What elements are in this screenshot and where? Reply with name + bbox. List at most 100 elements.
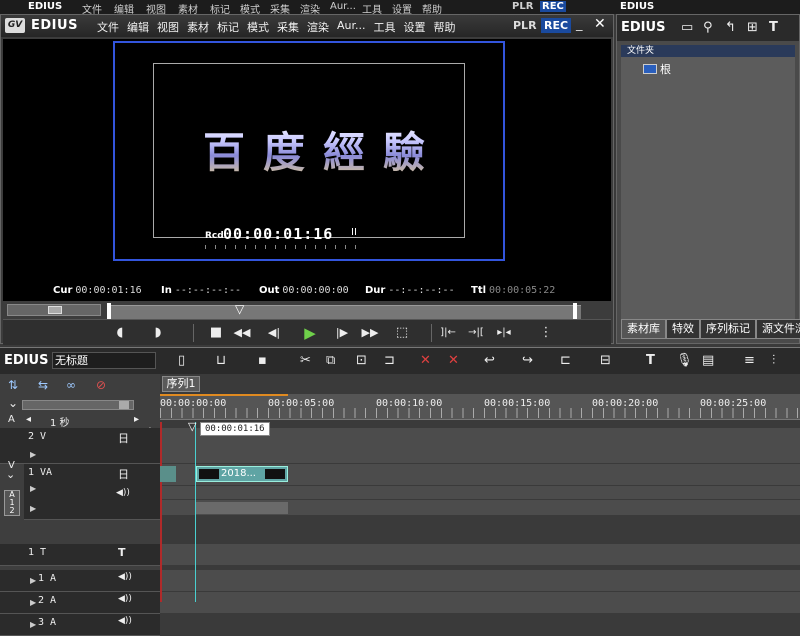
sync-icon[interactable]: ⇅ — [8, 378, 18, 392]
save-icon[interactable]: ▪ — [258, 353, 267, 368]
snap-off-icon[interactable]: ⊘ — [96, 378, 106, 392]
sequence-name-field[interactable]: 无标题 — [52, 352, 156, 369]
video-clip[interactable]: 2018... — [196, 466, 288, 482]
speaker-icon[interactable]: ◀)) — [118, 594, 132, 604]
close-button[interactable]: ✕ — [594, 16, 606, 32]
menu-clip[interactable]: 素材 — [187, 19, 209, 35]
expand-arrow-icon[interactable]: ▶ — [30, 620, 36, 629]
redo-icon[interactable]: ↪ — [522, 353, 533, 368]
track-2a-header[interactable]: ▶ 2 A ◀)) — [0, 592, 160, 614]
time-ruler[interactable]: 00:00:00:00 00:00:05:00 00:00:10:00 00:0… — [160, 394, 800, 420]
zoom-in-icon[interactable]: ▸ — [134, 414, 139, 425]
paste-icon[interactable]: ⊡ — [356, 353, 367, 368]
tab-sequence-1[interactable]: 序列1 — [162, 376, 200, 392]
v-patch[interactable]: V — [8, 460, 15, 471]
timeline-tracks-area[interactable]: 序列1 00:00:00:00 00:00:05:00 00:00:10:00 … — [160, 374, 800, 614]
track-3a-header[interactable]: ▶ 3 A ◀)) — [0, 614, 160, 636]
title-track-icon[interactable]: T — [118, 546, 126, 559]
zoom-out-icon[interactable]: ◂ — [26, 414, 31, 425]
shuttle-slider[interactable] — [7, 304, 101, 316]
split-button[interactable]: ▸|◂ — [495, 323, 513, 343]
loop-button[interactable]: ⬚ — [393, 323, 411, 343]
expand-arrow-icon[interactable]: ▶ — [30, 450, 36, 459]
expand-arrow-icon[interactable]: ▶ — [30, 576, 36, 585]
video-track-icon[interactable]: 日 — [118, 430, 129, 446]
expand-arrow-icon[interactable]: ▶ — [30, 504, 36, 513]
menu-capture[interactable]: 采集 — [277, 19, 299, 35]
preview-monitor[interactable]: 百度經驗 Rcd 00:00:01:16 II — [3, 39, 611, 283]
playhead-line[interactable] — [195, 422, 196, 602]
position-slider-icon[interactable]: ▽ — [235, 303, 247, 319]
mark-in-button[interactable]: ◖ — [111, 323, 129, 343]
text-icon[interactable]: T — [769, 20, 778, 35]
title-tool-icon[interactable]: T — [646, 353, 655, 368]
menu-edit[interactable]: 编辑 — [127, 19, 149, 35]
group-icon[interactable]: ⊟ — [600, 353, 611, 368]
folder-icon[interactable]: ▭ — [681, 20, 693, 35]
play-button[interactable]: ▶ — [301, 323, 319, 343]
speaker-icon[interactable]: ◀)) — [118, 616, 132, 626]
track-1va-header[interactable]: 1 VA 日 ▶ ◀)) ▶ — [24, 464, 160, 520]
video-track-icon[interactable]: 日 — [118, 466, 129, 482]
link-icon[interactable]: ⇆ — [38, 378, 48, 392]
output-button[interactable]: ⋮ — [537, 323, 555, 343]
track-a-toggle[interactable]: A — [8, 414, 15, 425]
menu-view[interactable]: 视图 — [157, 19, 179, 35]
minimize-button[interactable]: _ — [576, 17, 583, 32]
tab-effects[interactable]: 特效 — [666, 319, 700, 339]
up-icon[interactable]: ↰ — [725, 20, 736, 35]
loop-icon[interactable]: ∞ — [66, 378, 76, 392]
search-icon[interactable]: ⚲ — [703, 20, 713, 35]
zoom-slider[interactable] — [22, 400, 134, 410]
fast-forward-button[interactable]: ▶▶ — [361, 323, 379, 343]
copy-icon[interactable]: ⧉ — [326, 353, 335, 368]
undo-icon[interactable]: ↩ — [484, 353, 495, 368]
lane-1t[interactable] — [160, 544, 800, 566]
ripple-delete-icon[interactable]: ✕ — [448, 353, 459, 368]
expand-arrow-icon[interactable]: ▶ — [30, 598, 36, 607]
speaker-icon[interactable]: ◀)) — [116, 488, 130, 498]
menu-mode[interactable]: 模式 — [247, 19, 269, 35]
lane-1a[interactable] — [160, 570, 800, 592]
render-icon[interactable]: ▤ — [702, 353, 714, 368]
step-forward-button[interactable]: |▶ — [333, 323, 351, 343]
stop-button[interactable]: ■ — [207, 323, 225, 343]
menu-help[interactable]: 帮助 — [434, 19, 456, 35]
plr-toggle[interactable]: PLR — [513, 19, 537, 32]
track-2v-header[interactable]: 2 V 日 ▶ — [0, 428, 160, 464]
menu-render[interactable]: 渲染 — [307, 19, 329, 35]
menu-settings[interactable]: 设置 — [404, 19, 426, 35]
lane-1va-sub[interactable] — [160, 486, 800, 500]
set-out-button[interactable]: →|[ — [467, 323, 485, 343]
track-1a-header[interactable]: ▶ 1 A ◀)) — [0, 570, 160, 592]
track-1t-header[interactable]: 1 T T — [0, 544, 160, 566]
mixer-icon[interactable]: ⫶ — [772, 353, 775, 368]
zoom-thumb[interactable] — [119, 401, 129, 409]
step-back-button[interactable]: ◀| — [265, 323, 283, 343]
audio-clip[interactable] — [196, 502, 288, 514]
playhead-handle-icon[interactable]: ▽ — [188, 420, 196, 433]
tab-sequence-markers[interactable]: 序列标记 — [700, 319, 756, 339]
add-clip-icon[interactable]: ⊞ — [747, 20, 758, 35]
mark-out-button[interactable]: ◗ — [149, 323, 167, 343]
mode-icon[interactable]: ⊏ — [560, 353, 571, 368]
delete-icon[interactable]: ✕ — [420, 353, 431, 368]
rewind-button[interactable]: ◀◀ — [233, 323, 251, 343]
clip-sliver[interactable] — [160, 466, 176, 482]
menu-aur[interactable]: Aur... — [337, 19, 366, 35]
root-folder[interactable]: 根 — [643, 61, 671, 77]
menu-tools[interactable]: 工具 — [374, 19, 396, 35]
a12-patch[interactable]: A12 — [4, 490, 20, 516]
open-project-icon[interactable]: ⊔ — [216, 353, 226, 368]
layout-icon[interactable]: ≡ — [744, 353, 755, 368]
insert-icon[interactable]: ⊐ — [384, 353, 395, 368]
shuttle-thumb[interactable] — [48, 306, 62, 314]
microphone-icon[interactable]: 🎙 — [676, 353, 693, 368]
new-sequence-icon[interactable]: ▯ — [178, 353, 185, 368]
set-in-button[interactable]: ]|← — [439, 323, 457, 343]
rec-toggle[interactable]: REC — [541, 18, 572, 33]
expand-icon[interactable]: ⌄ — [8, 396, 18, 410]
expand-arrow-icon[interactable]: ▶ — [30, 484, 36, 493]
position-bar[interactable] — [107, 305, 581, 319]
cut-icon[interactable]: ✂ — [300, 353, 311, 368]
